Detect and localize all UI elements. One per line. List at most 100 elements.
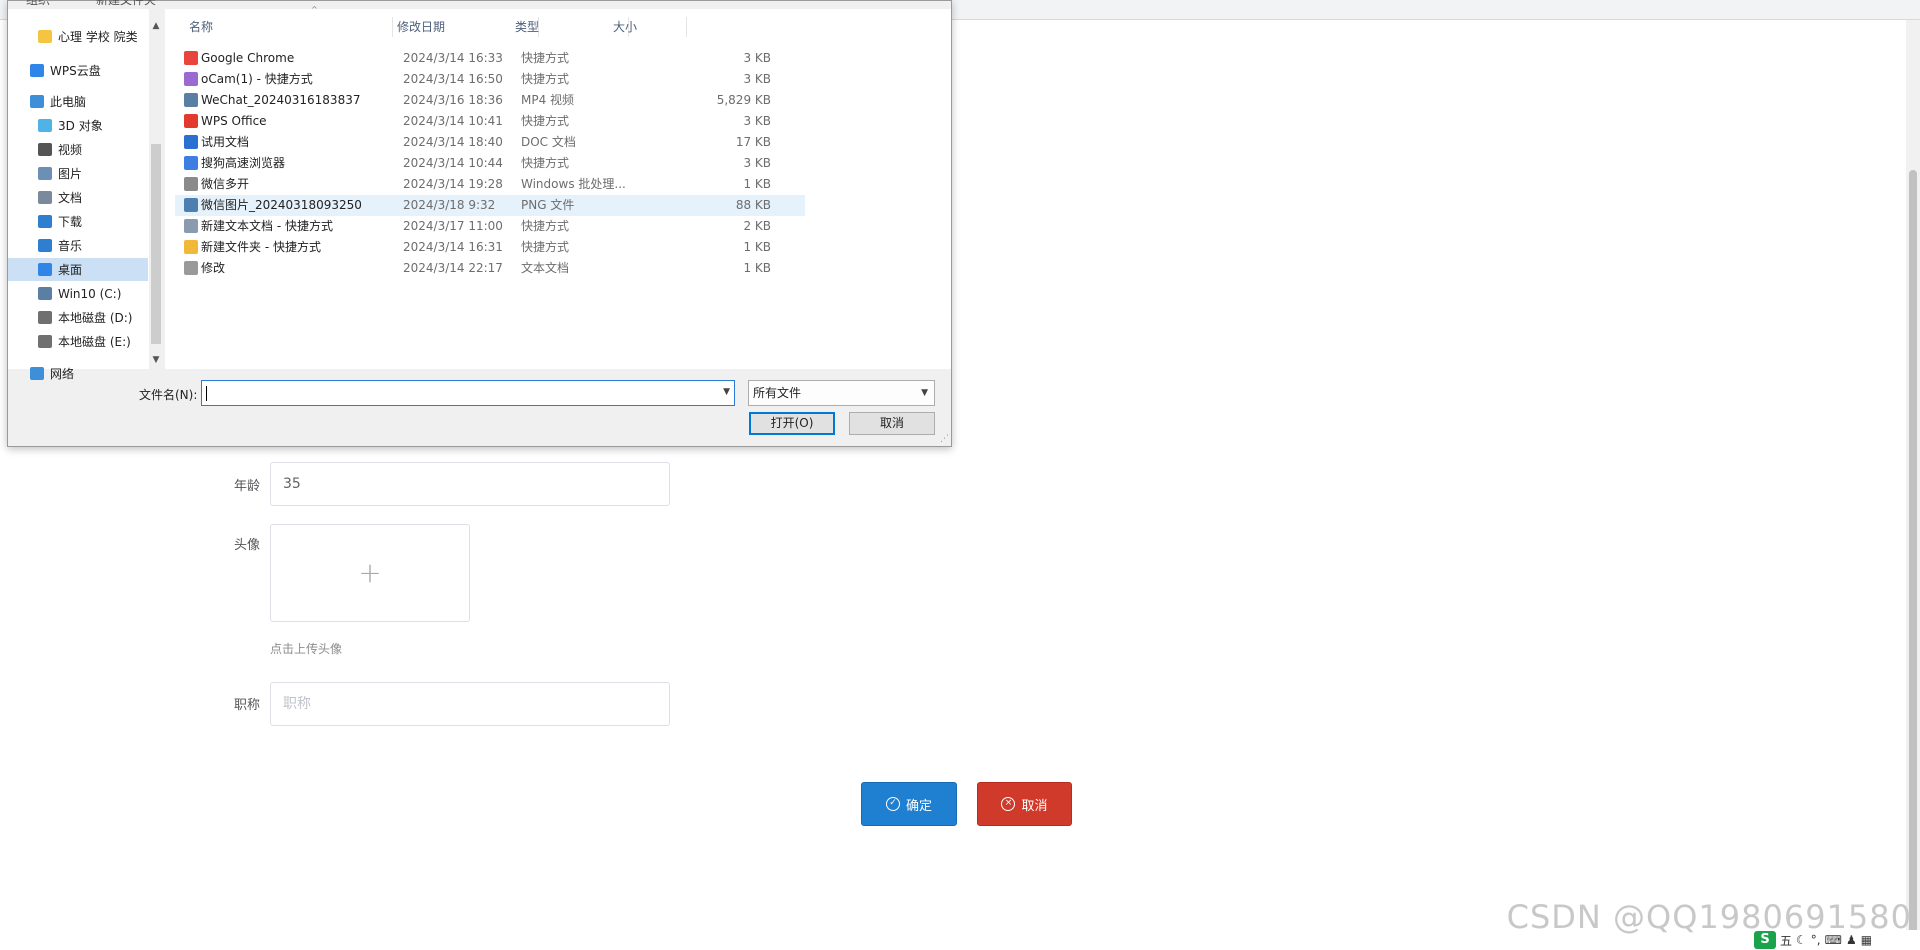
file-date: 2024/3/17 11:00 [403,219,503,233]
moon-icon[interactable]: ☾ [1796,933,1807,947]
file-row[interactable]: oCam(1) - 快捷方式 2024/3/14 16:50 快捷方式 3 KB [175,69,805,90]
file-type: PNG 文件 [521,198,575,212]
nav-item[interactable]: 心理 学校 院类 [8,25,148,48]
file-date: 2024/3/14 18:40 [403,135,503,149]
file-size: 3 KB [743,114,771,128]
user-icon[interactable]: ♟ [1846,933,1857,947]
nav-item[interactable]: 音乐 [8,234,148,257]
wps-icon [184,114,198,128]
nav-item-label: 文档 [58,191,83,205]
file-row[interactable]: 搜狗高速浏览器 2024/3/14 10:44 快捷方式 3 KB [175,153,805,174]
file-row[interactable]: 新建文件夹 - 快捷方式 2024/3/14 16:31 快捷方式 1 KB [175,237,805,258]
nav-item[interactable]: 桌面 [8,258,148,281]
filetype-value: 所有文件 [753,386,802,400]
age-input[interactable]: 35 [270,462,670,506]
age-label: 年龄 [233,479,260,494]
file-date: 2024/3/18 9:32 [403,198,496,212]
keyboard-icon[interactable]: ⌨ [1825,933,1842,947]
organize-button[interactable]: 组织 [26,0,50,8]
column-header-name[interactable]: 名称 [185,17,393,37]
nav-item[interactable]: WPS云盘 [8,59,148,82]
nav-item[interactable]: 网络 [8,362,148,385]
scroll-down-icon[interactable]: ▼ [149,353,163,367]
nav-item[interactable]: 本地磁盘 (E:) [8,330,148,353]
text-caret [206,386,207,401]
nav-item-label: 3D 对象 [58,119,103,133]
page-scrollbar-thumb[interactable] [1909,170,1917,950]
text-shortcut-icon [184,219,198,233]
cancel-button-label: 取消 [1021,798,1048,814]
grid-icon[interactable]: ▦ [1861,933,1872,947]
ime-mode[interactable]: 五 [1780,932,1792,949]
nav-item[interactable]: 此电脑 [8,90,148,113]
doc-icon [184,135,198,149]
file-size: 1 KB [743,240,771,254]
avatar-label: 头像 [233,538,260,553]
drive-icon [38,335,52,348]
nav-item-label: 桌面 [58,263,83,277]
nav-item-label: 心理 学校 院类 [58,30,138,44]
file-name: 修改 [201,261,226,275]
new-folder-button[interactable]: 新建文件夹 [96,0,156,8]
nav-item[interactable]: 文档 [8,186,148,209]
file-type: 快捷方式 [521,240,570,254]
document-icon [38,191,52,204]
file-name: WeChat_20240316183837 [201,93,361,107]
confirm-button[interactable]: ✓ 确定 [861,782,957,826]
file-row[interactable]: WPS Office 2024/3/14 10:41 快捷方式 3 KB [175,111,805,132]
drive-icon [38,287,52,300]
nav-item[interactable]: 3D 对象 [8,114,148,137]
nav-item-label: 图片 [58,167,83,181]
file-row[interactable]: WeChat_20240316183837 2024/3/16 18:36 MP4 … [175,90,805,111]
nav-item-label: Win10 (C:) [58,286,122,301]
nav-item[interactable]: 图片 [8,162,148,185]
nav-scrollbar-thumb[interactable] [151,144,161,344]
column-header-size[interactable]: 大小 [609,17,687,37]
chevron-down-icon: ▼ [921,388,928,398]
file-size: 17 KB [735,135,771,149]
title-input[interactable]: 职称 [270,682,670,726]
nav-scrollbar[interactable]: ▲ ▼ [149,9,163,369]
picture-icon [38,167,52,180]
nav-item[interactable]: 视频 [8,138,148,161]
nav-item[interactable]: 下载 [8,210,148,233]
file-row[interactable]: 修改 2024/3/14 22:17 文本文档 1 KB [175,258,805,279]
file-type: 快捷方式 [521,156,570,170]
chevron-down-icon[interactable]: ▼ [723,387,730,397]
network-icon [30,367,44,380]
desktop-icon [38,263,52,276]
file-open-dialog: 组织 新建文件夹 心理 学校 院类 WPS云盘此电脑 3D 对象视频图片文档下载 音乐… [7,0,952,447]
sort-arrow-icon: ^ [311,5,318,14]
file-name: 微信多开 [201,177,250,191]
nav-item[interactable]: 本地磁盘 (D:) [8,306,148,329]
cancel-button[interactable]: × 取消 [977,782,1072,826]
filetype-select[interactable]: 所有文件 ▼ [748,380,935,406]
sogou-icon [184,156,198,170]
avatar-upload-box[interactable]: + [270,524,470,622]
resize-grip-icon[interactable]: ⋰ [940,434,949,444]
ocam-icon [184,72,198,86]
scroll-up-icon[interactable]: ▲ [149,19,163,33]
nav-item[interactable]: Win10 (C:) [8,282,148,305]
page-scrollbar[interactable] [1906,20,1920,950]
file-type: 快捷方式 [521,114,570,128]
dialog-cancel-button[interactable]: 取消 [849,412,935,435]
file-row[interactable]: Google Chrome 2024/3/14 16:33 快捷方式 3 KB [175,48,805,69]
file-row[interactable]: 试用文档 2024/3/14 18:40 DOC 文档 17 KB [175,132,805,153]
screen: 年龄 35 头像 + 点击上传头像 职称 职称 ✓ 确定 × 取消 CSDN @… [0,0,1920,950]
file-row[interactable]: 新建文本文档 - 快捷方式 2024/3/17 11:00 快捷方式 2 KB [175,216,805,237]
file-name: 新建文件夹 - 快捷方式 [201,240,321,254]
file-row[interactable]: 微信图片_20240318093250 2024/3/18 9:32 PNG 文件 8… [175,195,805,216]
sogou-ime-icon[interactable]: S [1754,931,1776,949]
title-label: 职称 [233,698,260,713]
punctuation-icon[interactable]: °, [1811,933,1821,947]
file-name: 微信图片_20240318093250 [201,198,362,212]
navigation-pane: 心理 学校 院类 WPS云盘此电脑 3D 对象视频图片文档下载 音乐桌面 Win10 (… [8,9,163,381]
file-size: 3 KB [743,72,771,86]
file-type: 快捷方式 [521,51,570,65]
file-row[interactable]: 微信多开 2024/3/14 19:28 Windows 批处理... 1 KB [175,174,805,195]
filename-input[interactable]: ▼ [201,380,735,406]
open-button[interactable]: 打开(O) [749,412,835,435]
file-date: 2024/3/14 19:28 [403,177,503,191]
file-size: 2 KB [743,219,771,233]
